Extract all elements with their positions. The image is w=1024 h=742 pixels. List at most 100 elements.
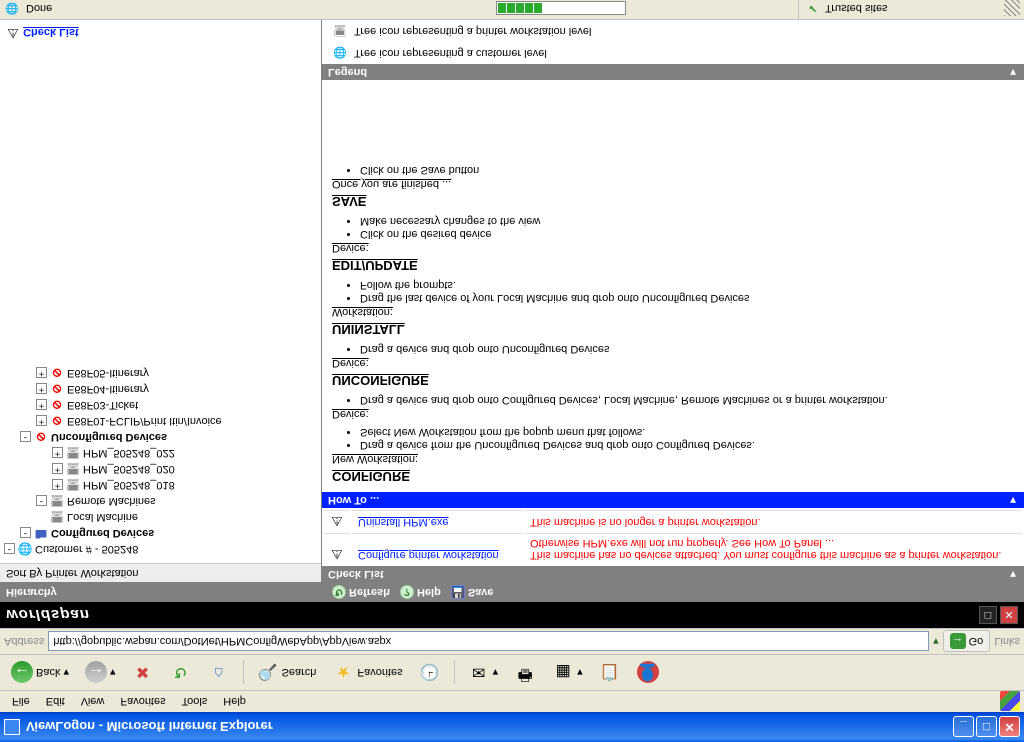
expand-icon[interactable]: +: [36, 400, 47, 411]
sort-by[interactable]: Sort By Printer Workstation: [0, 563, 321, 582]
howto-item: Click on the Save button: [360, 164, 1014, 176]
resize-handle[interactable]: [1004, 1, 1020, 17]
maximize-button[interactable]: □: [976, 717, 997, 738]
tree-label[interactable]: E68F03-Ticket: [67, 399, 138, 411]
help-link[interactable]: ?Help: [400, 585, 441, 599]
tree-label[interactable]: Customer # - 505248: [35, 543, 138, 555]
tree-unconfigured-item[interactable]: +⊘E68F04-Itinerary: [4, 381, 317, 397]
howto-item: Make necessary changes to the view: [360, 215, 1014, 227]
tree-local[interactable]: 🖥 Local Machine: [4, 509, 317, 525]
separator: [243, 661, 244, 685]
tree-label[interactable]: HPM_505248_020: [83, 463, 175, 475]
expand-icon[interactable]: +: [52, 480, 63, 491]
checklist-task-link[interactable]: Configure printer workstation: [358, 549, 499, 561]
menu-edit[interactable]: Edit: [38, 694, 73, 710]
checklist-header[interactable]: Check List▼: [322, 566, 1024, 582]
stop-button[interactable]: ✖: [125, 657, 161, 689]
expand-icon[interactable]: +: [52, 448, 63, 459]
ie-icon: [4, 719, 20, 735]
warning-icon: ⚠: [330, 547, 344, 561]
tree-remote-item[interactable]: +🖥HPM_505248_020: [4, 461, 317, 477]
howto-header[interactable]: How To ...▼: [322, 492, 1024, 508]
collapse-icon[interactable]: -: [20, 528, 31, 539]
menu-favorites[interactable]: Favorites: [112, 694, 173, 710]
checklist-message: This machine is no longer a printer work…: [530, 516, 761, 528]
howto-list: Click on the Save button: [360, 164, 1014, 176]
refresh-button[interactable]: ↻: [163, 657, 199, 689]
discuss-button[interactable]: 📋: [592, 657, 628, 689]
minimize-button[interactable]: _: [953, 717, 974, 738]
tree-label[interactable]: E68F04-Itinerary: [67, 383, 149, 395]
dropdown-icon[interactable]: ▾: [933, 635, 939, 648]
tree-unconfigured-item[interactable]: +⊘E68F05-Itinerary: [4, 365, 317, 381]
collapse-icon[interactable]: -: [20, 432, 31, 443]
collapse-icon[interactable]: ▼: [1008, 495, 1018, 506]
globe-icon: 🌐: [18, 542, 32, 556]
tree-unconfigured-item[interactable]: +⊘E68F01-FCLIP/Print Itin/Invoice: [4, 413, 317, 429]
go-button[interactable]: →Go: [943, 631, 991, 653]
collapse-icon[interactable]: ▼: [1008, 569, 1018, 580]
dropdown-icon: ▾: [577, 666, 583, 679]
tree-remote-item[interactable]: +🖥HPM_505248_018: [4, 477, 317, 493]
howto-list: Drag a device and drop onto Unconfigured…: [360, 343, 1014, 355]
tree-label[interactable]: HPM_505248_022: [83, 447, 175, 459]
globe-icon: 🌐: [332, 45, 348, 61]
app-close-button[interactable]: ✕: [1000, 606, 1018, 624]
address-bar: Address ▾ →Go Links: [0, 628, 1024, 654]
help-icon: ?: [400, 585, 414, 599]
collapse-icon[interactable]: ▼: [1008, 67, 1018, 78]
legend-header[interactable]: Legend ▼: [322, 64, 1024, 80]
howto-item: Click on the desired device: [360, 228, 1014, 240]
menu-tools[interactable]: Tools: [174, 694, 216, 710]
howto-heading: CONFIGURE: [332, 469, 1014, 484]
address-input[interactable]: [48, 632, 929, 652]
window-titlebar: ViewLogon - Microsoft Internet Explorer …: [0, 712, 1024, 742]
tree-remote-item[interactable]: +🖥HPM_505248_022: [4, 445, 317, 461]
home-button[interactable]: ⌂: [201, 657, 237, 689]
collapse-icon[interactable]: -: [4, 544, 15, 555]
links-label[interactable]: Links: [994, 636, 1020, 648]
go-icon: →: [950, 634, 966, 650]
forward-button[interactable]: →▾: [78, 657, 123, 689]
messenger-button[interactable]: 👤: [630, 657, 666, 689]
tree-label[interactable]: HPM_505248_018: [83, 479, 175, 491]
menu-help[interactable]: Help: [215, 694, 254, 710]
tree-root[interactable]: - 🌐 Customer # - 505248: [4, 541, 317, 557]
expand-icon[interactable]: +: [36, 416, 47, 427]
tree-label[interactable]: E68F01-FCLIP/Print Itin/Invoice: [67, 415, 222, 427]
print-icon: 🖶: [514, 662, 536, 684]
print-button[interactable]: 🖶: [507, 657, 543, 689]
favorites-button[interactable]: ★Favorites: [325, 657, 409, 689]
checklist-link[interactable]: Check List: [23, 26, 79, 38]
menu-file[interactable]: File: [4, 694, 38, 710]
star-icon: ★: [332, 662, 354, 684]
tree-label[interactable]: E68F05-Itinerary: [67, 367, 149, 379]
checklist-task-link[interactable]: Uninstall HPM.exe: [358, 516, 448, 528]
expand-icon[interactable]: +: [52, 464, 63, 475]
mail-icon: ✉: [468, 662, 490, 684]
history-button[interactable]: 🕒: [412, 657, 448, 689]
tree-configured[interactable]: - 🖿 Configured Devices: [4, 525, 317, 541]
collapse-icon[interactable]: -: [36, 496, 47, 507]
back-button[interactable]: ←Back▾: [4, 657, 76, 689]
back-icon: ←: [11, 662, 33, 684]
expand-icon[interactable]: +: [36, 384, 47, 395]
expand-icon[interactable]: +: [36, 368, 47, 379]
mail-button[interactable]: ✉▾: [461, 657, 506, 689]
computer-icon: 🖥: [66, 478, 80, 492]
save-link[interactable]: 💾Save: [451, 585, 494, 599]
legend-title: Legend: [328, 66, 367, 78]
refresh-link[interactable]: ↻Refresh: [332, 585, 390, 599]
tree-unconfigured[interactable]: - ⊘ Unconfigured Devices: [4, 429, 317, 445]
tree-unconfigured-item[interactable]: +⊘E68F03-Ticket: [4, 397, 317, 413]
tree-label[interactable]: Configured Devices: [51, 527, 154, 539]
tree-label[interactable]: Unconfigured Devices: [51, 431, 167, 443]
menu-view[interactable]: View: [73, 694, 113, 710]
app-maximize-button[interactable]: □: [979, 606, 997, 624]
search-button[interactable]: 🔍Search: [250, 657, 324, 689]
tree-remote[interactable]: - 🖥 Remote Machines: [4, 493, 317, 509]
close-button[interactable]: ✕: [999, 717, 1020, 738]
tree-label[interactable]: Local Machine: [67, 511, 138, 523]
tree-label[interactable]: Remote Machines: [67, 495, 156, 507]
edit-button[interactable]: ▦▾: [545, 657, 590, 689]
